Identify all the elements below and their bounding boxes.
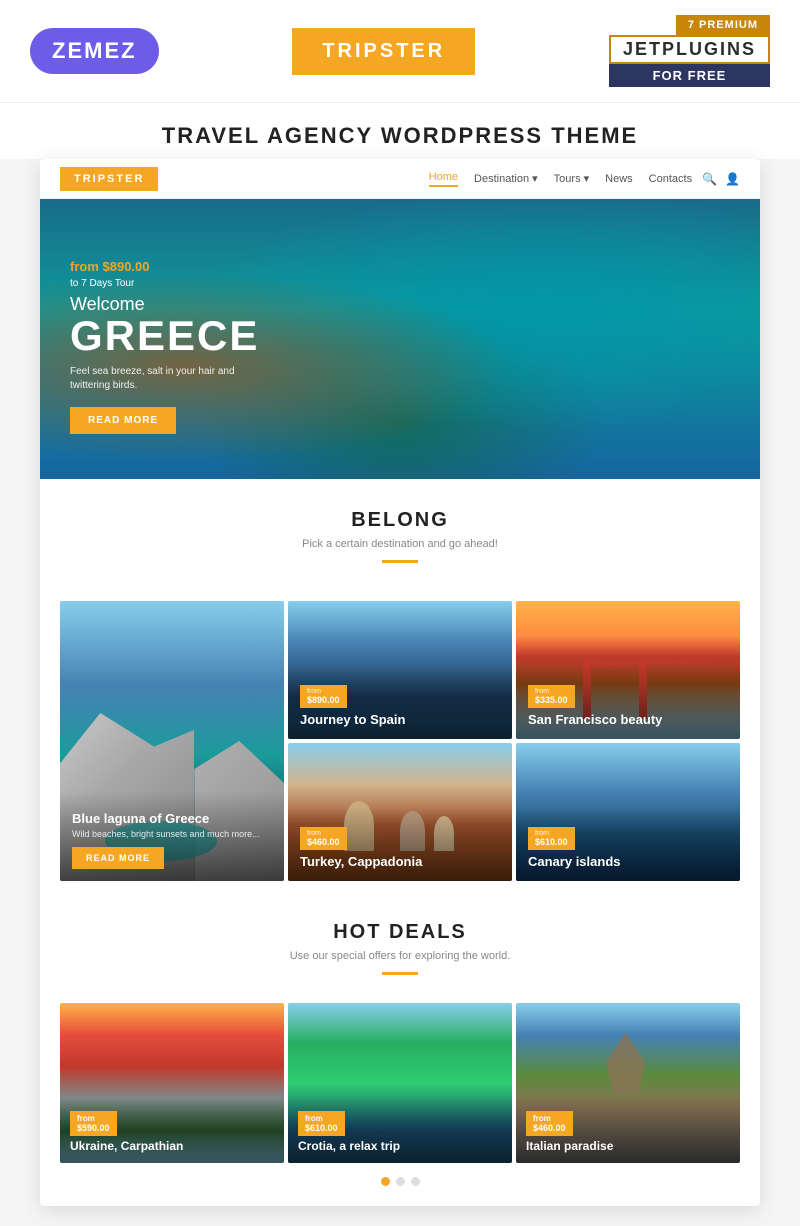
top-bar: ZEMEZ TRIPSTER 7 PREMIUM JETPLUGINS FOR …	[0, 0, 800, 103]
search-icon[interactable]: 🔍	[702, 172, 717, 186]
hero-cta-button[interactable]: Read More	[70, 407, 176, 434]
destinations-grid: Blue laguna of Greece Wild beaches, brig…	[60, 601, 740, 881]
belong-title: BELONG	[60, 509, 740, 532]
deal-name-ukraine: Ukraine, Carpathian	[70, 1139, 274, 1153]
dest-name-blue-lagoon: Blue laguna of Greece	[72, 811, 272, 826]
preview-container: TRIPSTER Home Destination ▾ Tours ▾ News…	[40, 159, 760, 1206]
inner-nav-logo: TRIPSTER	[60, 167, 158, 191]
deal-card-italy[interactable]: from $460.00 Italian paradise	[516, 1003, 740, 1163]
dest-price-sf: from $335.00	[528, 685, 575, 708]
dest-card-blue-lagoon[interactable]: Blue laguna of Greece Wild beaches, brig…	[60, 601, 284, 881]
inner-nav: TRIPSTER Home Destination ▾ Tours ▾ News…	[40, 159, 760, 199]
tripster-header-badge: TRIPSTER	[292, 28, 475, 75]
carousel-dot-2[interactable]	[396, 1177, 405, 1186]
hero-content: from $890.00 to 7 Days Tour Welcome GREE…	[70, 259, 259, 434]
deals-grid: from $590.00 Ukraine, Carpathian from $6…	[60, 1003, 740, 1163]
nav-link-news[interactable]: News	[605, 173, 633, 185]
deal-card-croatia[interactable]: from $610.00 Crotia, a relax trip	[288, 1003, 512, 1163]
dest-overlay-turkey: from $460.00 Turkey, Cappadonia	[288, 807, 512, 881]
dest-card-spain[interactable]: from $890.00 Journey to Spain	[288, 601, 512, 739]
dest-cta-blue-lagoon[interactable]: Read More	[72, 847, 164, 869]
hero-price: from $890.00 to 7 Days Tour	[70, 259, 259, 289]
deal-overlay-croatia: from $610.00 Crotia, a relax trip	[288, 1095, 512, 1163]
deal-name-croatia: Crotia, a relax trip	[298, 1139, 502, 1153]
deal-card-ukraine[interactable]: from $590.00 Ukraine, Carpathian	[60, 1003, 284, 1163]
carousel-dot-3[interactable]	[411, 1177, 420, 1186]
carousel-dot-1[interactable]	[381, 1177, 390, 1186]
dest-overlay-sf: from $335.00 San Francisco beauty	[516, 665, 740, 739]
deal-name-italy: Italian paradise	[526, 1139, 730, 1153]
hot-deals-section: HOT DEALS Use our special offers for exp…	[40, 901, 760, 1003]
zemez-label: ZEMEZ	[52, 38, 137, 64]
dest-card-turkey[interactable]: from $460.00 Turkey, Cappadonia	[288, 743, 512, 881]
hot-deals-divider	[382, 972, 418, 975]
dest-name-turkey: Turkey, Cappadonia	[300, 854, 500, 869]
page-title: TRAVEL AGENCY WORDPRESS THEME	[0, 123, 800, 149]
inner-nav-links: Home Destination ▾ Tours ▾ News Contacts	[429, 171, 692, 187]
belong-divider	[382, 560, 418, 563]
hot-deals-subtitle: Use our special offers for exploring the…	[60, 950, 740, 962]
hero-description: Feel sea breeze, salt in your hair and t…	[70, 365, 250, 393]
hot-deals-title: HOT DEALS	[60, 921, 740, 944]
nav-icons: 🔍 👤	[702, 172, 740, 186]
dest-price-canary: from $610.00	[528, 827, 575, 850]
tripster-header-label: TRIPSTER	[322, 40, 445, 63]
hero-section: from $890.00 to 7 Days Tour Welcome GREE…	[40, 199, 760, 479]
dest-card-sf[interactable]: from $335.00 San Francisco beauty	[516, 601, 740, 739]
user-icon[interactable]: 👤	[725, 172, 740, 186]
dest-overlay-blue-lagoon: Blue laguna of Greece Wild beaches, brig…	[60, 791, 284, 881]
dest-desc-blue-lagoon: Wild beaches, bright sunsets and much mo…	[72, 829, 272, 839]
dest-overlay-canary: from $610.00 Canary islands	[516, 807, 740, 881]
nav-link-home[interactable]: Home	[429, 171, 458, 187]
deal-price-ukraine: from $590.00	[70, 1111, 117, 1136]
nav-link-destination[interactable]: Destination ▾	[474, 172, 538, 185]
dest-name-spain: Journey to Spain	[300, 712, 500, 727]
jetplugins-top-label: 7 PREMIUM	[676, 15, 770, 35]
nav-link-contacts[interactable]: Contacts	[649, 173, 692, 185]
nav-link-tours[interactable]: Tours ▾	[554, 172, 589, 185]
deal-price-italy: from $460.00	[526, 1111, 573, 1136]
dest-price-spain: from $890.00	[300, 685, 347, 708]
belong-section: BELONG Pick a certain destination and go…	[40, 479, 760, 601]
zemez-logo[interactable]: ZEMEZ	[30, 28, 159, 74]
deal-price-croatia: from $610.00	[298, 1111, 345, 1136]
dest-card-canary[interactable]: from $610.00 Canary islands	[516, 743, 740, 881]
jetplugins-middle-label: JETPLUGINS	[609, 35, 770, 64]
hero-price-sub: to 7 Days Tour	[70, 278, 134, 289]
dest-name-canary: Canary islands	[528, 854, 728, 869]
jetplugins-bottom-label: FOR FREE	[609, 64, 770, 87]
deal-overlay-ukraine: from $590.00 Ukraine, Carpathian	[60, 1095, 284, 1163]
hero-city: GREECE	[70, 315, 259, 357]
dest-overlay-spain: from $890.00 Journey to Spain	[288, 665, 512, 739]
dest-name-sf: San Francisco beauty	[528, 712, 728, 727]
jetplugins-badge: 7 PREMIUM JETPLUGINS FOR FREE	[609, 15, 770, 87]
belong-subtitle: Pick a certain destination and go ahead!	[60, 538, 740, 550]
page-title-section: TRAVEL AGENCY WORDPRESS THEME	[0, 103, 800, 159]
deal-overlay-italy: from $460.00 Italian paradise	[516, 1095, 740, 1163]
dest-price-turkey: from $460.00	[300, 827, 347, 850]
